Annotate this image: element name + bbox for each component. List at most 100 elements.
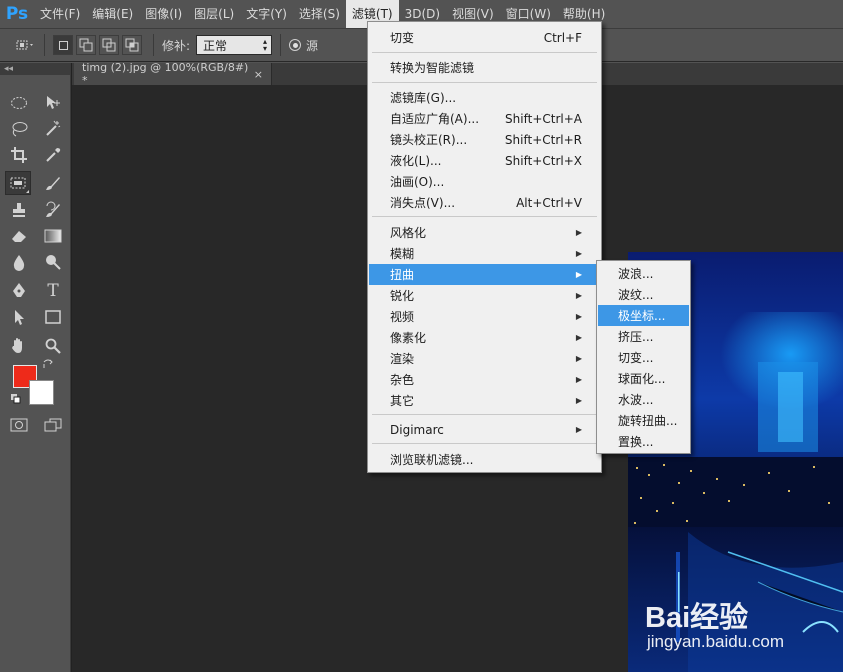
repair-mode-value: 正常 — [203, 38, 228, 53]
submenu-item-spherize[interactable]: 球面化... — [598, 368, 689, 389]
dodge-icon[interactable] — [40, 250, 66, 274]
menu-item-vanishing-point[interactable]: 消失点(V)... Alt+Ctrl+V — [369, 192, 600, 213]
submenu-arrow-icon: ▶ — [575, 425, 582, 434]
default-colors-icon[interactable] — [7, 391, 25, 407]
submenu-item-displace[interactable]: 置换... — [598, 431, 689, 452]
menu-item-lens-correction[interactable]: 镜头校正(R)... Shift+Ctrl+R — [369, 129, 600, 150]
close-tab-icon[interactable]: × — [254, 68, 263, 81]
menu-edit[interactable]: 编辑(E) — [86, 0, 139, 28]
submenu-item-zigzag[interactable]: 水波... — [598, 389, 689, 410]
menu-item-filter-gallery[interactable]: 滤镜库(G)... — [369, 87, 600, 108]
menu-separator — [372, 52, 597, 53]
menu-item-render[interactable]: 渲染 ▶ — [369, 348, 600, 369]
rectangle-tool-icon[interactable] — [40, 305, 66, 329]
patch-tool-preset-icon[interactable] — [14, 34, 36, 56]
menu-item-shortcut: Alt+Ctrl+V — [516, 195, 582, 210]
submenu-arrow-icon: ▶ — [575, 396, 582, 405]
submenu-item-polar-coordinates[interactable]: 极坐标... — [598, 305, 689, 326]
submenu-item-shear[interactable]: 切变... — [598, 347, 689, 368]
menu-select[interactable]: 选择(S) — [293, 0, 346, 28]
submenu-item-pinch[interactable]: 挤压... — [598, 326, 689, 347]
menu-item-distort[interactable]: 扭曲 ▶ — [369, 264, 600, 285]
photoshop-window: Ps 文件(F) 编辑(E) 图像(I) 图层(L) 文字(Y) 选择(S) 滤… — [0, 0, 843, 672]
watermark-url: jingyan.baidu.com — [647, 632, 785, 651]
photoshop-logo: Ps — [5, 4, 29, 24]
crop-icon[interactable] — [6, 143, 32, 167]
source-label: 源 — [306, 38, 319, 53]
zoom-icon[interactable] — [40, 334, 66, 358]
menu-item-label: 渲染 — [390, 352, 415, 366]
menu-item-digimarc[interactable]: Digimarc ▶ — [369, 419, 600, 440]
add-selection-button[interactable] — [76, 35, 96, 55]
swap-colors-icon[interactable] — [40, 356, 56, 372]
menu-item-oil-paint[interactable]: 油画(O)... — [369, 171, 600, 192]
subtract-selection-button[interactable] — [99, 35, 119, 55]
menu-item-blur[interactable]: 模糊 ▶ — [369, 243, 600, 264]
menu-item-shortcut: Shift+Ctrl+A — [505, 111, 582, 126]
clone-stamp-icon[interactable] — [6, 198, 32, 222]
menu-item-label: 转换为智能滤镜 — [390, 61, 475, 75]
options-divider — [280, 34, 282, 56]
move-tool-icon[interactable] — [40, 91, 66, 115]
menu-item-browse-online-filters[interactable]: 浏览联机滤镜... — [369, 449, 600, 470]
menu-layer[interactable]: 图层(L) — [188, 0, 240, 28]
select-arrows-icon: ▴ ▾ — [263, 37, 268, 53]
watermark-brand: Bai经验 — [645, 602, 749, 634]
new-selection-button[interactable] — [53, 35, 73, 55]
document-tab[interactable]: timg (2).jpg @ 100%(RGB/8#) * × — [74, 61, 272, 87]
menu-file[interactable]: 文件(F) — [34, 0, 86, 28]
menu-item-label: 其它 — [390, 394, 415, 408]
submenu-item-twirl[interactable]: 旋转扭曲... — [598, 410, 689, 431]
hand-icon[interactable] — [6, 334, 32, 358]
menu-separator — [372, 443, 597, 444]
menu-item-label: 锐化 — [390, 289, 415, 303]
blur-tool-icon[interactable] — [6, 250, 32, 274]
menu-item-video[interactable]: 视频 ▶ — [369, 306, 600, 327]
brush-icon[interactable] — [40, 171, 66, 195]
submenu-item-ripple[interactable]: 波纹... — [598, 284, 689, 305]
menu-item-noise[interactable]: 杂色 ▶ — [369, 369, 600, 390]
screen-mode-icon[interactable] — [40, 413, 66, 437]
submenu-arrow-icon: ▶ — [575, 291, 582, 300]
patch-tool-icon[interactable] — [5, 171, 31, 195]
menu-item-label: 风格化 — [390, 226, 427, 240]
submenu-arrow-icon: ▶ — [575, 270, 582, 279]
intersect-selection-button[interactable] — [122, 35, 142, 55]
menu-type[interactable]: 文字(Y) — [240, 0, 293, 28]
menu-item-shortcut: Shift+Ctrl+R — [504, 132, 582, 147]
submenu-item-wave[interactable]: 波浪... — [598, 263, 689, 284]
menu-item-shortcut: Ctrl+F — [543, 30, 582, 45]
menu-item-other[interactable]: 其它 ▶ — [369, 390, 600, 411]
menu-separator — [372, 414, 597, 415]
lasso-icon[interactable] — [6, 117, 32, 141]
history-brush-icon[interactable] — [40, 198, 66, 222]
menu-item-last-filter[interactable]: 切变 Ctrl+F — [369, 27, 600, 48]
submenu-arrow-icon: ▶ — [575, 312, 582, 321]
type-tool-icon[interactable]: T — [40, 279, 66, 303]
quick-mask-icon[interactable] — [6, 413, 32, 437]
repair-mode-select[interactable]: 正常 ▴ ▾ — [196, 35, 273, 55]
toolbox-collapse[interactable]: ◂◂ — [0, 63, 70, 75]
path-selection-icon[interactable] — [6, 305, 32, 329]
options-divider — [153, 34, 154, 56]
menu-item-convert-smart-filter[interactable]: 转换为智能滤镜 — [369, 57, 600, 78]
menu-item-liquify[interactable]: 液化(L)... Shift+Ctrl+X — [369, 150, 600, 171]
submenu-arrow-icon: ▶ — [575, 375, 582, 384]
magic-wand-icon[interactable] — [40, 117, 66, 141]
eraser-icon[interactable] — [6, 224, 32, 248]
background-color-swatch[interactable] — [29, 380, 54, 405]
menu-item-label: 镜头校正(R)... — [390, 133, 468, 147]
menu-item-pixelate[interactable]: 像素化 ▶ — [369, 327, 600, 348]
filter-menu: 切变 Ctrl+F 转换为智能滤镜 滤镜库(G)... 自适应广角(A)... … — [367, 21, 602, 473]
source-radio[interactable] — [289, 39, 302, 51]
pen-icon[interactable] — [6, 279, 32, 303]
menu-item-sharpen[interactable]: 锐化 ▶ — [369, 285, 600, 306]
options-divider — [44, 34, 45, 56]
menu-item-label: 浏览联机滤镜... — [390, 453, 474, 467]
menu-item-stylize[interactable]: 风格化 ▶ — [369, 222, 600, 243]
eyedropper-icon[interactable] — [40, 143, 66, 167]
gradient-icon[interactable] — [40, 224, 66, 248]
menu-item-adaptive-wide-angle[interactable]: 自适应广角(A)... Shift+Ctrl+A — [369, 108, 600, 129]
menu-image[interactable]: 图像(I) — [139, 0, 188, 28]
elliptical-marquee-icon[interactable] — [6, 91, 32, 115]
